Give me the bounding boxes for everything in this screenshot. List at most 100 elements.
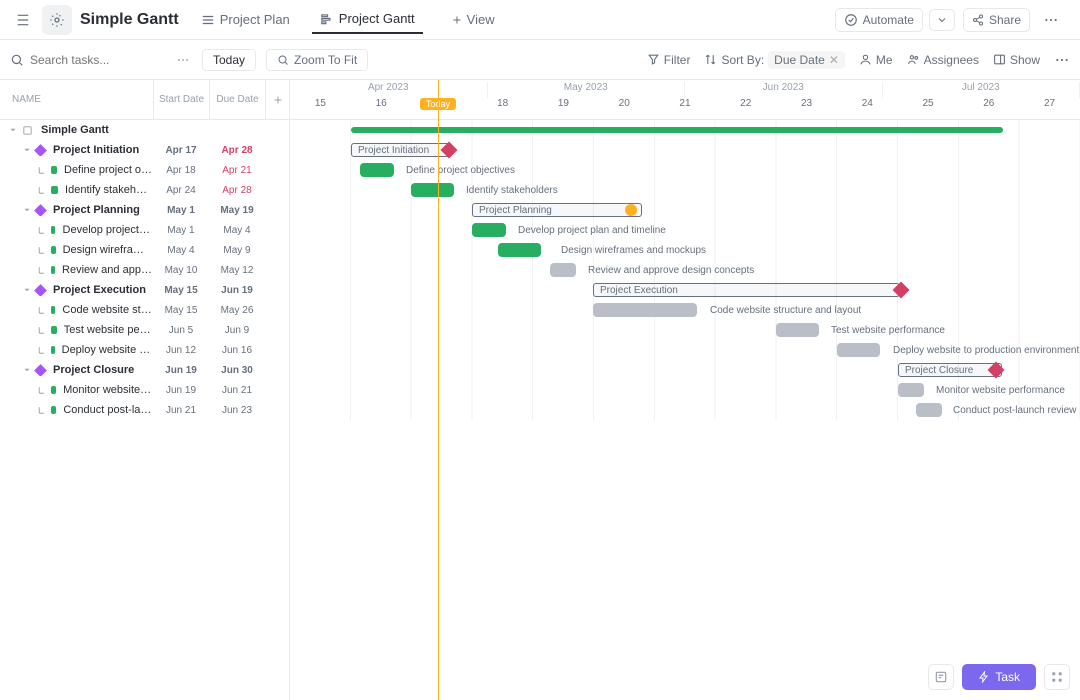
tab-project-gantt[interactable]: Project Gantt — [312, 5, 423, 34]
chevron-down-icon[interactable] — [22, 205, 32, 215]
start-date[interactable]: May 4 — [153, 245, 209, 256]
task-row[interactable]: Review and approve design conceptsMay 10… — [0, 260, 289, 280]
col-name[interactable]: NAME — [0, 80, 153, 119]
start-date[interactable]: Apr 18 — [153, 165, 209, 176]
clear-sort-icon[interactable]: ✕ — [829, 53, 839, 67]
task-row[interactable]: Simple Gantt — [0, 120, 289, 140]
due-date[interactable]: Jun 23 — [209, 405, 265, 416]
section-bar[interactable]: Project Execution — [593, 283, 900, 297]
gantt-row: Test website performance — [290, 320, 1080, 340]
start-date[interactable]: May 1 — [153, 225, 209, 236]
search-more-icon[interactable] — [176, 53, 190, 67]
today-button[interactable]: Today — [202, 49, 256, 71]
chevron-down-icon[interactable] — [8, 125, 18, 135]
section-bar[interactable]: Project Initiation — [351, 143, 451, 157]
tab-project-plan[interactable]: Project Plan — [193, 6, 298, 33]
due-date[interactable]: Jun 16 — [209, 345, 265, 356]
task-row[interactable]: Develop project plan and timelineMay 1Ma… — [0, 220, 289, 240]
due-date[interactable]: May 26 — [209, 305, 265, 316]
start-date[interactable]: Jun 21 — [153, 405, 209, 416]
toolbar-more-icon[interactable] — [1054, 52, 1070, 68]
due-date[interactable]: Jun 30 — [209, 365, 265, 376]
share-button[interactable]: Share — [963, 8, 1030, 32]
automate-button[interactable]: Automate — [835, 8, 923, 32]
show-button[interactable]: Show — [993, 53, 1040, 67]
start-date[interactable]: May 15 — [153, 285, 209, 296]
task-bar[interactable] — [837, 343, 880, 357]
task-bar[interactable] — [916, 403, 942, 417]
sort-button[interactable]: Sort By: Due Date ✕ — [704, 51, 844, 69]
due-date[interactable]: Apr 28 — [209, 145, 265, 156]
task-row[interactable]: Project ClosureJun 19Jun 30 — [0, 360, 289, 380]
start-date[interactable]: Jun 5 — [153, 325, 209, 336]
task-row[interactable]: Monitor website performanceJun 19Jun 21 — [0, 380, 289, 400]
create-task-button[interactable]: Task — [962, 664, 1036, 690]
due-date[interactable]: May 19 — [209, 205, 265, 216]
chevron-down-icon[interactable] — [22, 365, 32, 375]
due-date[interactable]: May 12 — [209, 265, 265, 276]
workspace-icon[interactable] — [42, 5, 72, 35]
task-bar[interactable] — [360, 163, 394, 177]
me-button[interactable]: Me — [859, 53, 893, 67]
task-row[interactable]: Conduct post-launch reviewJun 21Jun 23 — [0, 400, 289, 420]
week-label: 21 — [655, 98, 716, 116]
section-bar[interactable]: Project Planning — [472, 203, 642, 217]
add-view-button[interactable]: View — [443, 6, 503, 33]
task-bar[interactable] — [472, 223, 506, 237]
task-row[interactable]: Define project objectivesApr 18Apr 21 — [0, 160, 289, 180]
start-date[interactable]: May 15 — [153, 305, 209, 316]
start-date[interactable]: Jun 19 — [153, 365, 209, 376]
col-start[interactable]: Start Date — [153, 80, 209, 119]
apps-button[interactable] — [1044, 664, 1070, 690]
collapse-sidebar-icon[interactable] — [10, 7, 36, 33]
start-date[interactable]: Apr 17 — [153, 145, 209, 156]
start-date[interactable]: Apr 24 — [153, 185, 209, 196]
start-date[interactable]: Jun 12 — [153, 345, 209, 356]
start-date[interactable]: Jun 19 — [153, 385, 209, 396]
chevron-down-icon[interactable] — [22, 145, 32, 155]
task-bar[interactable] — [411, 183, 454, 197]
due-date[interactable]: Apr 28 — [209, 185, 265, 196]
task-row[interactable]: Test website performanceJun 5Jun 9 — [0, 320, 289, 340]
zoom-button[interactable]: Zoom To Fit — [266, 49, 368, 71]
task-row[interactable]: Code website structure and layoutMay 15M… — [0, 300, 289, 320]
more-icon[interactable] — [1038, 7, 1064, 33]
task-bar[interactable] — [498, 243, 541, 257]
assignees-button[interactable]: Assignees — [907, 53, 979, 67]
task-row[interactable]: Project Initiation Apr 17Apr 28 — [0, 140, 289, 160]
main: NAME Start Date Due Date Simple GanttPro… — [0, 80, 1080, 700]
filter-button[interactable]: Filter — [647, 53, 691, 67]
task-bar[interactable] — [593, 303, 697, 317]
task-row[interactable]: Project PlanningMay 1May 19 — [0, 200, 289, 220]
automate-dropdown[interactable] — [929, 9, 955, 31]
task-bar[interactable] — [776, 323, 819, 337]
milestone-circle-icon[interactable] — [625, 204, 637, 216]
due-date[interactable]: May 4 — [209, 225, 265, 236]
task-row[interactable]: Project Execution May 15Jun 19 — [0, 280, 289, 300]
start-date[interactable]: May 1 — [153, 205, 209, 216]
summary-bar[interactable] — [351, 127, 1003, 133]
due-date[interactable]: Apr 21 — [209, 165, 265, 176]
gantt-row: Review and approve design concepts — [290, 260, 1080, 280]
due-date[interactable]: Jun 9 — [209, 325, 265, 336]
week-label: 16 — [351, 98, 412, 116]
search-input[interactable] — [30, 53, 170, 67]
add-column-button[interactable] — [265, 80, 289, 119]
col-due[interactable]: Due Date — [209, 80, 265, 119]
task-row[interactable]: Design wireframes and mockupsMay 4May 9 — [0, 240, 289, 260]
sort-chip[interactable]: Due Date ✕ — [768, 51, 845, 69]
notes-button[interactable] — [928, 664, 954, 690]
task-bar[interactable] — [898, 383, 924, 397]
task-row[interactable]: Deploy website to production environment… — [0, 340, 289, 360]
due-date[interactable]: May 9 — [209, 245, 265, 256]
bar-label: Review and approve design concepts — [588, 260, 754, 280]
chevron-down-icon[interactable] — [22, 285, 32, 295]
section-bar[interactable]: Project Closure — [898, 363, 1002, 377]
task-name: Project Initiation — [53, 144, 139, 156]
start-date[interactable]: May 10 — [153, 265, 209, 276]
due-date[interactable]: Jun 19 — [209, 285, 265, 296]
task-row[interactable]: Identify stakeholdersApr 24Apr 28 — [0, 180, 289, 200]
task-name: Project Execution — [53, 284, 146, 296]
due-date[interactable]: Jun 21 — [209, 385, 265, 396]
task-bar[interactable] — [550, 263, 576, 277]
